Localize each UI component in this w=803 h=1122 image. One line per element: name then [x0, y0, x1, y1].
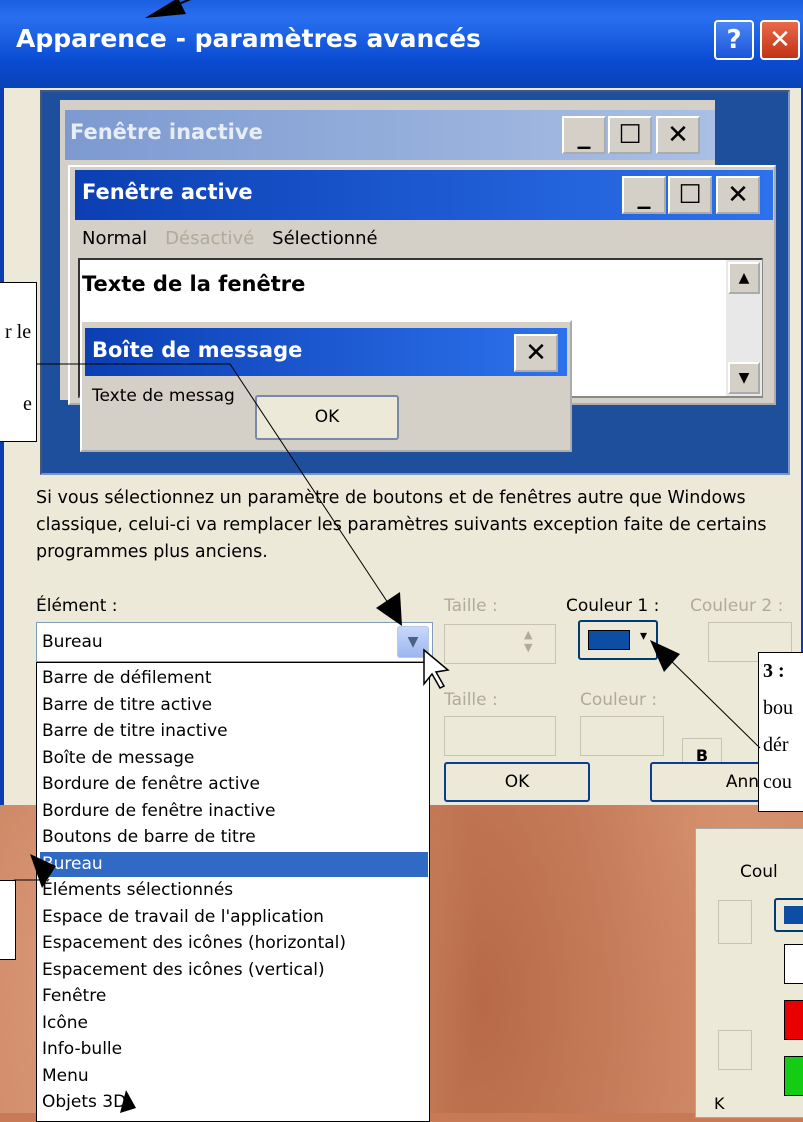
arrow-head-bottom [120, 1090, 136, 1113]
arrow-head-color [650, 640, 680, 672]
arrow-head-list [30, 854, 56, 888]
annotation-arrows [14, 0, 761, 1113]
arrow-head-title [145, 0, 186, 18]
leader-line-color [659, 649, 761, 749]
arrow-head-dropdown [376, 592, 402, 626]
mouse-cursor-icon [423, 648, 450, 689]
leader-line-dropdown [229, 363, 395, 613]
